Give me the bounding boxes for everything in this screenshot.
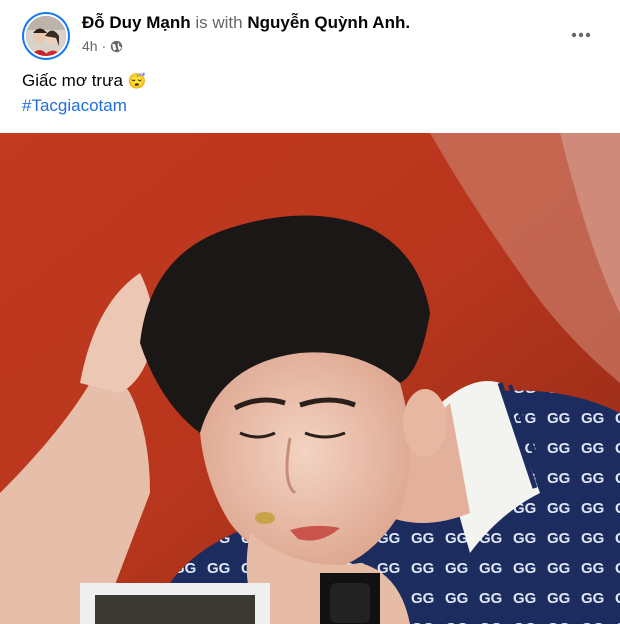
globe-icon[interactable] [110, 40, 123, 53]
post-header: Đỗ Duy Mạnh is with Nguyễn Quỳnh Anh. 4h… [0, 0, 620, 70]
with-text: is with [195, 13, 243, 32]
caption-text: Giấc mơ trưa [22, 71, 123, 90]
sleeping-emoji-icon: 😴 [127, 73, 147, 90]
post-meta: 4h · [82, 38, 123, 54]
post-caption: Giấc mơ trưa 😴 [22, 71, 146, 91]
post-title-line: Đỗ Duy Mạnh is with Nguyễn Quỳnh Anh. [82, 13, 410, 33]
more-options-icon[interactable] [570, 24, 592, 46]
hashtag-link[interactable]: #Tacgiacotam [22, 96, 127, 116]
post-photo[interactable]: GG [0, 133, 620, 624]
post-time[interactable]: 4h [82, 38, 98, 54]
tagged-name[interactable]: Nguyễn Quỳnh Anh. [247, 13, 410, 32]
avatar-image [24, 14, 68, 58]
meta-separator: · [101, 38, 107, 54]
painting-image: GG [0, 133, 620, 624]
author-avatar[interactable] [22, 12, 70, 60]
author-name[interactable]: Đỗ Duy Mạnh [82, 13, 191, 32]
facebook-post: Đỗ Duy Mạnh is with Nguyễn Quỳnh Anh. 4h… [0, 0, 620, 624]
